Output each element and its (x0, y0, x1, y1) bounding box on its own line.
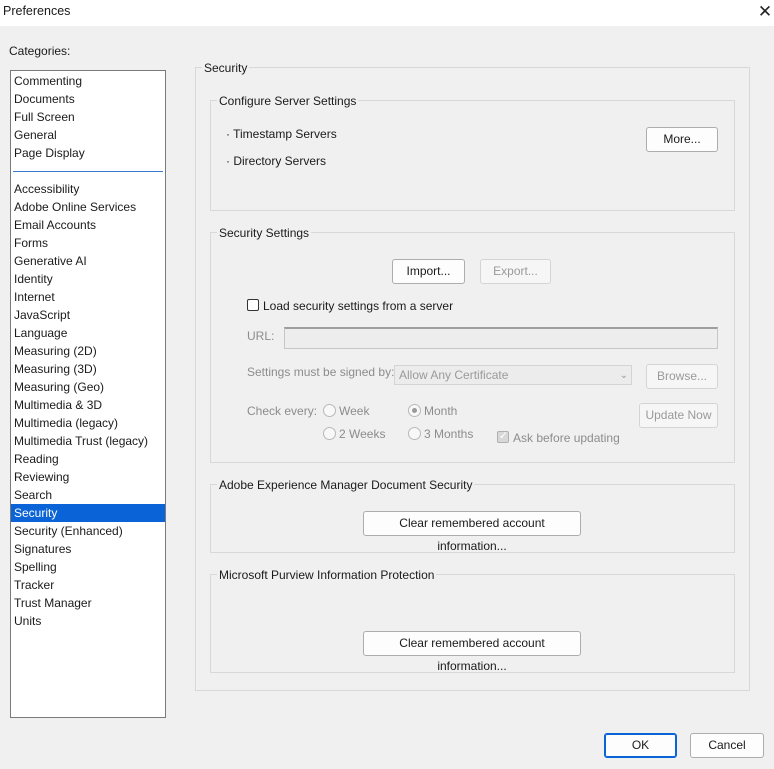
load-security-label: Load security settings from a server (263, 299, 454, 313)
signed-by-select[interactable]: Allow Any Certificate ⌄ (394, 365, 632, 385)
category-item[interactable]: Measuring (2D) (11, 342, 165, 360)
url-label: URL: (247, 329, 275, 343)
categories-label: Categories: (9, 44, 71, 58)
category-item[interactable]: Page Display (11, 144, 165, 162)
category-item[interactable]: General (11, 126, 165, 144)
radio-week[interactable] (323, 404, 336, 417)
signed-by-value: Allow Any Certificate (399, 368, 509, 382)
category-item[interactable]: Search (11, 486, 165, 504)
ask-before-updating-checkbox[interactable]: ✓ (497, 430, 509, 443)
directory-servers-item: · Directory Servers (226, 154, 327, 168)
url-field[interactable] (284, 327, 718, 349)
category-item[interactable]: Security (11, 504, 165, 522)
aem-clear-button[interactable]: Clear remembered account information... (363, 511, 581, 553)
category-item[interactable]: Internet (11, 288, 165, 306)
window-title: Preferences (3, 4, 71, 18)
purview-clear-button[interactable]: Clear remembered account information... (363, 631, 581, 673)
update-now-button[interactable]: Update Now (639, 403, 718, 428)
radio-month-label: Month (424, 404, 458, 418)
category-item[interactable]: Measuring (Geo) (11, 378, 165, 396)
purview-title: Microsoft Purview Information Protection (217, 568, 437, 582)
signed-by-label: Settings must be signed by: (247, 365, 395, 379)
radio-2-weeks[interactable] (323, 427, 336, 440)
radio-week-label: Week (339, 404, 370, 418)
security-settings-title: Security Settings (217, 226, 312, 240)
category-item[interactable]: Trust Manager (11, 594, 165, 612)
category-item[interactable]: Commenting (11, 72, 165, 90)
category-item[interactable]: Security (Enhanced) (11, 522, 165, 540)
categories-list[interactable]: Commenting Documents Full Screen General Pag… (10, 70, 166, 718)
category-item[interactable]: Signatures (11, 540, 165, 558)
radio-3-months-label: 3 Months (424, 427, 474, 441)
category-item[interactable]: Multimedia & 3D (11, 396, 165, 414)
timestamp-servers-item: · Timestamp Servers (226, 127, 337, 141)
cancel-button[interactable]: Cancel (690, 733, 764, 758)
category-item[interactable]: Generative AI (11, 252, 165, 270)
ask-before-updating-label: Ask before updating (513, 431, 620, 445)
load-security-checkbox[interactable] (247, 299, 259, 311)
category-item[interactable]: Reading (11, 450, 165, 468)
import-button[interactable]: Import... (392, 259, 465, 284)
category-item[interactable]: Accessibility (11, 180, 165, 198)
server-settings-title: Configure Server Settings (217, 94, 359, 108)
category-item[interactable]: JavaScript (11, 306, 165, 324)
category-item[interactable]: Reviewing (11, 468, 165, 486)
category-item[interactable]: Spelling (11, 558, 165, 576)
category-item[interactable]: Documents (11, 90, 165, 108)
category-item[interactable]: Multimedia Trust (legacy) (11, 432, 165, 450)
close-icon[interactable]: ✕ (756, 1, 774, 23)
radio-2-weeks-label: 2 Weeks (339, 427, 386, 441)
title-bar (0, 0, 774, 26)
category-item[interactable]: Forms (11, 234, 165, 252)
check-every-label: Check every: (247, 404, 318, 418)
panel-title: Security (202, 61, 250, 75)
check-mark-icon: ✓ (498, 430, 509, 442)
category-item[interactable]: Full Screen (11, 108, 165, 126)
category-item[interactable]: Tracker (11, 576, 165, 594)
category-item[interactable]: Units (11, 612, 165, 630)
category-item[interactable]: Email Accounts (11, 216, 165, 234)
aem-title: Adobe Experience Manager Document Securi… (217, 478, 475, 492)
more-button[interactable]: More... (646, 127, 718, 152)
category-item[interactable]: Measuring (3D) (11, 360, 165, 378)
radio-3-months[interactable] (408, 427, 421, 440)
export-button[interactable]: Export... (480, 259, 551, 284)
category-item[interactable]: Language (11, 324, 165, 342)
category-item[interactable]: Multimedia (legacy) (11, 414, 165, 432)
chevron-down-icon: ⌄ (619, 370, 628, 381)
browse-button[interactable]: Browse... (646, 364, 718, 389)
category-separator (13, 171, 163, 172)
category-item[interactable]: Identity (11, 270, 165, 288)
ok-button[interactable]: OK (604, 733, 677, 758)
radio-month[interactable] (408, 404, 421, 417)
category-item[interactable]: Adobe Online Services (11, 198, 165, 216)
